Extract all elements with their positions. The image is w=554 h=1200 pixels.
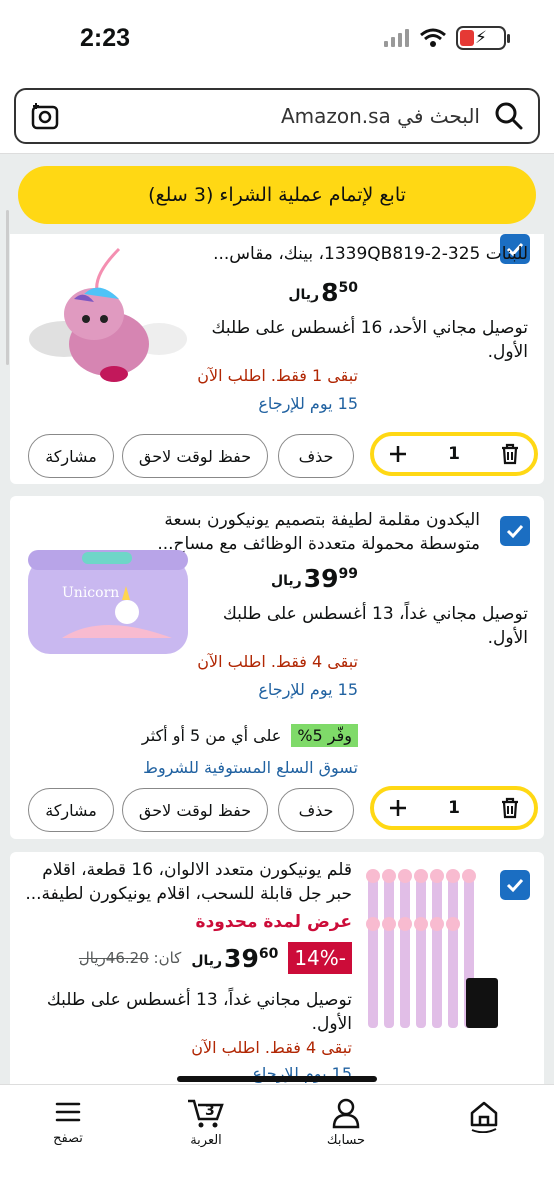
- price-row: -14% ريال 39 60 كان: 46.20ريال: [79, 942, 352, 974]
- nav-cart[interactable]: 3 العربة: [166, 1097, 246, 1148]
- stock-status: تبقى 1 فقط. اطلب الآن: [197, 366, 358, 385]
- battery-icon: ⚡: [456, 26, 510, 50]
- qualifying-items-link[interactable]: تسوق السلع المستوفية للشروط: [143, 758, 358, 777]
- save-for-later-button[interactable]: حفظ لوقت لاحق: [122, 434, 268, 478]
- item-checkbox[interactable]: [500, 870, 530, 900]
- product-price: ريال 39 60: [191, 943, 279, 973]
- quantity-stepper[interactable]: 1: [370, 432, 538, 476]
- nav-account[interactable]: حسابك: [306, 1097, 386, 1148]
- bottom-navigation: حسابك 3 العربة تصفح: [0, 1084, 554, 1200]
- checkmark-icon: [506, 878, 524, 893]
- delivery-info: توصيل مجاني الأحد، 16 أغسطس على طلبك الأ…: [211, 318, 528, 362]
- quantity-stepper[interactable]: 1: [370, 786, 538, 830]
- nav-cart-label: العربة: [190, 1133, 222, 1148]
- cart-count: 3: [205, 1103, 215, 1119]
- pencil-case-image[interactable]: Unicorn: [22, 542, 194, 660]
- signal-icon: [384, 29, 409, 47]
- cart-item-2: اليكدون مقلمة لطيفة بتصميم يونيكورن بسعة…: [10, 496, 544, 839]
- wifi-icon: [420, 28, 446, 47]
- product-title[interactable]: قلم يونيكورن متعدد الالوان، 16 قطعة، اقل…: [22, 858, 352, 906]
- scroll-indicator: [6, 210, 9, 365]
- quantity-value: 1: [448, 444, 460, 464]
- delivery-info: توصيل مجاني غداً، 13 أغسطس على طلبك الأو…: [222, 604, 528, 648]
- item-checkbox[interactable]: [500, 516, 530, 546]
- delete-button[interactable]: حذف: [278, 434, 354, 478]
- status-bar: 2:23 ⚡: [0, 0, 554, 80]
- stock-status: تبقى 4 فقط. اطلب الآن: [197, 652, 358, 671]
- trash-icon[interactable]: [500, 797, 520, 819]
- menu-icon[interactable]: [53, 1097, 83, 1127]
- nav-account-label: حسابك: [326, 1133, 366, 1148]
- return-policy[interactable]: 15 يوم للإرجاع: [258, 394, 358, 413]
- return-policy[interactable]: 15 يوم للإرجاع: [258, 680, 358, 699]
- share-button[interactable]: مشاركة: [28, 434, 114, 478]
- stock-status: تبقى 4 فقط. اطلب الآن: [191, 1038, 352, 1057]
- save-for-later-button[interactable]: حفظ لوقت لاحق: [122, 788, 268, 832]
- camera-search-icon[interactable]: [30, 101, 60, 131]
- search-placeholder[interactable]: البحث في Amazon.sa: [60, 104, 494, 128]
- unicorn-pens-image[interactable]: [366, 858, 502, 1038]
- search-field[interactable]: البحث في Amazon.sa: [14, 88, 540, 144]
- svg-text:Unicorn: Unicorn: [62, 585, 119, 601]
- search-header: البحث في Amazon.sa: [0, 80, 554, 154]
- product-title[interactable]: للبنات 325-2-1339QB819، بينك، مقاس...: [188, 242, 528, 266]
- account-icon[interactable]: [330, 1097, 362, 1129]
- save-badge: وفّر 5%: [291, 724, 358, 747]
- limited-time-deal: عرض لمدة محدودة: [195, 912, 352, 932]
- status-time: 2:23: [80, 24, 131, 52]
- delete-button[interactable]: حذف: [278, 788, 354, 832]
- save-text: على أي من 5 أو أكثر: [141, 726, 282, 745]
- nav-menu[interactable]: تصفح: [28, 1097, 108, 1146]
- search-icon[interactable]: [494, 101, 524, 131]
- cart-item-3: قلم يونيكورن متعدد الالوان، 16 قطعة، اقل…: [10, 852, 544, 1092]
- share-button[interactable]: مشاركة: [28, 788, 114, 832]
- product-price: ريال 39 99: [270, 564, 358, 593]
- plus-icon[interactable]: [388, 444, 408, 464]
- checkmark-icon: [506, 524, 524, 539]
- was-price: كان: 46.20ريال: [78, 949, 182, 967]
- status-icons: ⚡: [384, 26, 510, 50]
- unicorn-plush-image[interactable]: [24, 244, 194, 394]
- volume-discount: وفّر 5% على أي من 5 أو أكثر: [142, 724, 358, 747]
- trash-icon[interactable]: [500, 443, 520, 465]
- proceed-to-checkout-button[interactable]: تابع لإتمام عملية الشراء (3 سلع): [18, 166, 536, 224]
- home-icon[interactable]: [466, 1097, 502, 1133]
- product-price: ريال 8 50: [288, 278, 358, 307]
- nav-home[interactable]: [444, 1097, 524, 1137]
- quantity-value: 1: [448, 798, 460, 818]
- discount-badge: -14%: [288, 942, 352, 974]
- home-indicator: [177, 1076, 377, 1082]
- cart-item-1: للبنات 325-2-1339QB819، بينك، مقاس... ري…: [10, 234, 544, 484]
- nav-menu-label: تصفح: [53, 1131, 83, 1146]
- plus-icon[interactable]: [388, 798, 408, 818]
- cart-icon[interactable]: 3: [186, 1097, 226, 1129]
- delivery-info: توصيل مجاني غداً، 13 أغسطس على طلبك الأو…: [46, 990, 352, 1034]
